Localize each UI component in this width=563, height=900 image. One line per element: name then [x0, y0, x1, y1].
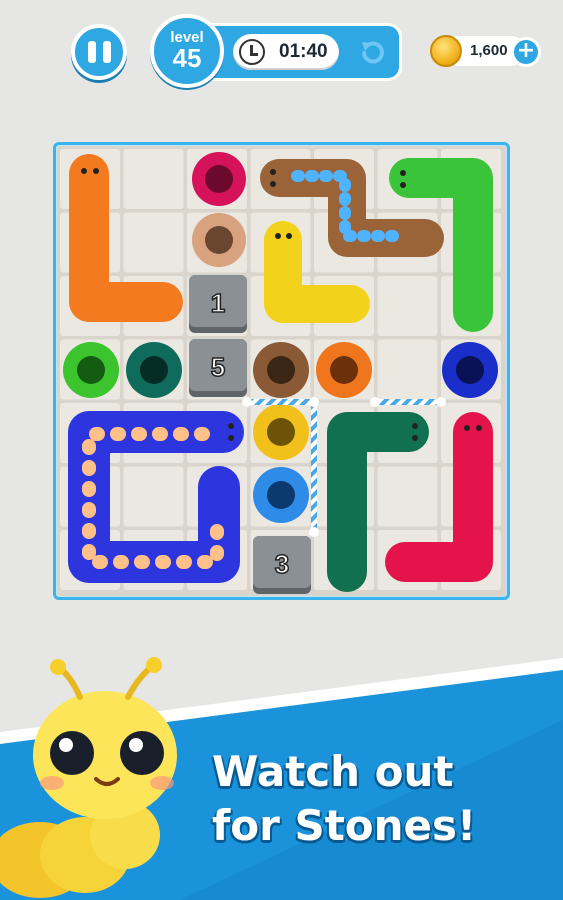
undo-icon[interactable] — [356, 36, 388, 68]
board-tile — [377, 276, 438, 336]
pause-button[interactable] — [71, 24, 127, 80]
promo-line-1: Watch out — [212, 747, 454, 796]
hole-yellow[interactable] — [253, 404, 309, 460]
add-coins-button[interactable]: + — [511, 37, 541, 67]
stone-label: 5 — [211, 352, 225, 382]
hole-dark-green[interactable] — [126, 342, 182, 398]
clock-icon — [239, 39, 265, 65]
pause-icon — [87, 41, 96, 63]
board-tile — [123, 466, 184, 527]
promo-text: Watch out for Stones! — [212, 745, 552, 853]
timer: 01:40 — [233, 34, 339, 70]
board-tile — [123, 149, 184, 209]
hole-red[interactable] — [192, 152, 246, 206]
hole-beige[interactable] — [192, 213, 246, 267]
promo-line-2: for Stones! — [212, 801, 477, 850]
hole-brown[interactable] — [253, 342, 309, 398]
stone-5: 5 — [189, 339, 247, 397]
hole-orange[interactable] — [316, 342, 372, 398]
board-grid: 1 5 3 — [57, 146, 506, 596]
stone-label: 1 — [211, 288, 225, 318]
level-number: 45 — [172, 43, 202, 73]
board-tile — [377, 466, 438, 527]
hole-blue[interactable] — [253, 467, 309, 523]
board-tile — [123, 212, 184, 273]
timer-text: 01:40 — [279, 41, 328, 62]
coin-amount: 1,600 — [470, 42, 508, 59]
board-tile — [377, 339, 438, 400]
stone-label: 3 — [275, 549, 289, 579]
stone-3: 3 — [253, 536, 311, 594]
hole-navy[interactable] — [442, 342, 498, 398]
coin-icon — [430, 35, 462, 67]
hole-green[interactable] — [63, 342, 119, 398]
stone-1: 1 — [189, 275, 247, 333]
level-badge: level 45 — [150, 14, 224, 88]
caterpillar-mascot — [0, 657, 177, 898]
